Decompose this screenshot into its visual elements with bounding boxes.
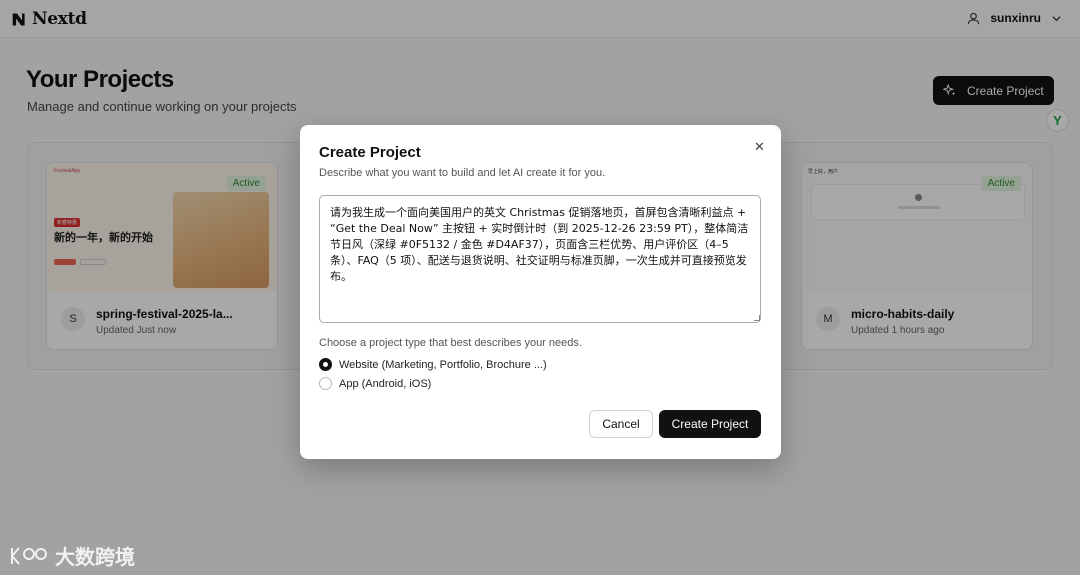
radio-selected-icon[interactable] [319, 358, 332, 371]
project-type-label: Choose a project type that best describe… [319, 337, 582, 349]
dialog-title: Create Project [319, 144, 421, 161]
option-label: App (Android, iOS) [339, 377, 432, 390]
create-project-dialog: Create Project Describe what you want to… [300, 125, 781, 459]
watermark-logo-icon [11, 546, 47, 565]
watermark: 大数跨境 [9, 541, 135, 570]
dialog-description: Describe what you want to build and let … [319, 167, 606, 179]
prompt-input[interactable]: 请为我生成一个面向美国用户的英文 Christmas 促销落地页，首屏包含清晰利… [319, 195, 761, 323]
create-project-submit-button[interactable]: Create Project [659, 410, 761, 438]
watermark-text: 大数跨境 [55, 545, 135, 569]
cancel-button[interactable]: Cancel [589, 410, 653, 438]
radio-unselected-icon[interactable] [319, 377, 332, 390]
close-icon[interactable]: ✕ [754, 139, 765, 155]
project-type-option-app[interactable]: App (Android, iOS) [319, 377, 431, 390]
project-type-option-website[interactable]: Website (Marketing, Portfolio, Brochure … [319, 358, 547, 371]
resize-handle-icon[interactable] [754, 315, 760, 321]
option-label: Website (Marketing, Portfolio, Brochure … [339, 358, 547, 371]
